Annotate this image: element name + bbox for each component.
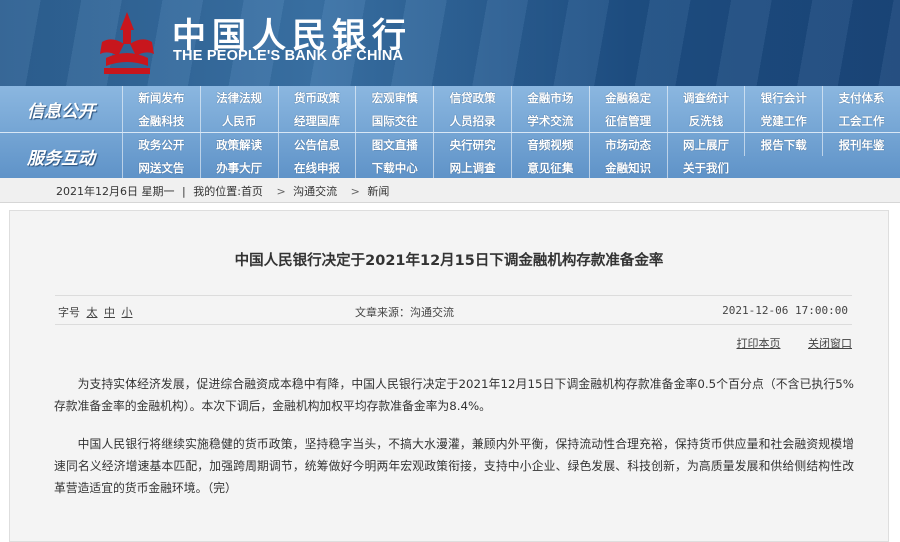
nav-item[interactable]: 反洗钱 [666, 109, 745, 132]
font-size-large-link[interactable]: 太 [87, 306, 98, 319]
breadcrumb-link-home[interactable]: 首页 [241, 185, 263, 198]
nav-section-label[interactable]: 服务互动 [0, 133, 122, 179]
nav-item[interactable]: 政策解读 [199, 133, 278, 156]
nav-item[interactable]: 货币政策 [277, 86, 356, 109]
nav-item[interactable]: 市场动态 [588, 133, 667, 156]
pboc-emblem-icon[interactable] [96, 10, 158, 76]
nav-item[interactable]: 新闻发布 [122, 86, 200, 109]
article-title: 中国人民银行决定于2021年12月15日下调金融机构存款准备金率 [234, 253, 664, 269]
font-size-selector: 字号 太 中 小 [58, 304, 133, 320]
nav-item[interactable]: 支付体系 [822, 86, 900, 109]
nav-section-service: 服务互动 政务公开 政策解读 公告信息 图文直播 央行研究 音频视频 市场动态 … [0, 132, 900, 179]
nav-item[interactable]: 工会工作 [822, 109, 900, 132]
nav-row: 新闻发布 法律法规 货币政策 宏观审慎 信贷政策 金融市场 金融稳定 调查统计 … [122, 86, 900, 109]
nav-grid: 新闻发布 法律法规 货币政策 宏观审慎 信贷政策 金融市场 金融稳定 调查统计 … [122, 86, 900, 132]
header-banner: 中国人民银行 THE PEOPLE'S BANK OF CHINA [0, 0, 900, 86]
nav-item[interactable]: 金融科技 [122, 109, 200, 132]
nav-item[interactable]: 公告信息 [277, 133, 356, 156]
nav-item[interactable]: 金融市场 [510, 86, 589, 109]
nav-item[interactable]: 网上展厅 [666, 133, 745, 156]
article-datetime: 2021-12-06 17:00:00 [722, 304, 848, 317]
nav-item[interactable]: 报刊年鉴 [822, 133, 900, 156]
nav-item[interactable]: 金融知识 [588, 156, 667, 179]
nav-item[interactable]: 金融稳定 [588, 86, 667, 109]
breadcrumb-link-news[interactable]: 新闻 [367, 185, 389, 198]
font-size-small-link[interactable]: 小 [122, 306, 133, 319]
breadcrumb: 2021年12月6日 星期一 | 我的位置:首页 > 沟通交流 > 新闻 [0, 178, 900, 203]
article-source: 文章来源：沟通交流 [355, 306, 454, 319]
bank-name-english: THE PEOPLE'S BANK OF CHINA [173, 48, 404, 64]
close-window-link[interactable]: 关闭窗口 [808, 337, 852, 350]
nav-row: 网送文告 办事大厅 在线申报 下载中心 网上调查 意见征集 金融知识 关于我们 [122, 156, 900, 179]
chevron-right-icon: > [350, 185, 360, 198]
nav-section-info: 信息公开 新闻发布 法律法规 货币政策 宏观审慎 信贷政策 金融市场 金融稳定 … [0, 86, 900, 132]
nav-item[interactable]: 人员招录 [433, 109, 511, 132]
nav-item[interactable]: 关于我们 [666, 156, 745, 179]
nav-item[interactable]: 信贷政策 [433, 86, 511, 109]
nav-item[interactable]: 党建工作 [744, 109, 822, 132]
nav-item[interactable]: 经理国库 [277, 109, 356, 132]
main-navigation: 信息公开 新闻发布 法律法规 货币政策 宏观审慎 信贷政策 金融市场 金融稳定 … [0, 86, 900, 179]
nav-item[interactable]: 政务公开 [122, 133, 200, 156]
nav-item[interactable]: 音频视频 [510, 133, 589, 156]
nav-item[interactable]: 宏观审慎 [355, 86, 433, 109]
nav-item[interactable]: 办事大厅 [199, 156, 278, 179]
breadcrumb-text: 2021年12月6日 星期一 | 我的位置:首页 > 沟通交流 > 新闻 [56, 183, 393, 199]
nav-item[interactable]: 人民币 [199, 109, 278, 132]
nav-row: 政务公开 政策解读 公告信息 图文直播 央行研究 音频视频 市场动态 网上展厅 … [122, 133, 900, 156]
location-label: 我的位置: [193, 185, 241, 198]
breadcrumb-link-communication[interactable]: 沟通交流 [293, 185, 337, 198]
current-date: 2021年12月6日 星期一 [56, 185, 175, 198]
nav-grid: 政务公开 政策解读 公告信息 图文直播 央行研究 音频视频 市场动态 网上展厅 … [122, 133, 900, 179]
breadcrumb-divider: | [182, 185, 186, 198]
nav-row: 金融科技 人民币 经理国库 国际交往 人员招录 学术交流 征信管理 反洗钱 党建… [122, 109, 900, 132]
font-size-label: 字号 [58, 306, 80, 319]
nav-section-label[interactable]: 信息公开 [0, 86, 122, 132]
nav-item[interactable]: 银行会计 [744, 86, 822, 109]
article-paragraph: 中国人民银行将继续实施稳健的货币政策，坚持稳字当头，不搞大水漫灌，兼顾内外平衡，… [54, 437, 854, 495]
nav-item[interactable]: 征信管理 [588, 109, 667, 132]
article-meta: 字号 太 中 小 文章来源：沟通交流 2021-12-06 17:00:00 [55, 295, 852, 325]
nav-item[interactable]: 意见征集 [510, 156, 589, 179]
nav-item[interactable]: 网上调查 [433, 156, 511, 179]
font-size-medium-link[interactable]: 中 [104, 306, 115, 319]
article-panel: 中国人民银行决定于2021年12月15日下调金融机构存款准备金率 字号 太 中 … [9, 210, 889, 542]
chevron-right-icon: > [276, 185, 286, 198]
print-page-link[interactable]: 打印本页 [737, 337, 781, 350]
nav-item[interactable]: 调查统计 [666, 86, 745, 109]
nav-item[interactable]: 报告下载 [744, 133, 822, 156]
nav-item[interactable]: 网送文告 [122, 156, 200, 179]
nav-item[interactable]: 在线申报 [277, 156, 356, 179]
article-tools: 打印本页 关闭窗口 [713, 335, 853, 351]
nav-item[interactable]: 央行研究 [433, 133, 511, 156]
nav-item[interactable]: 下载中心 [355, 156, 433, 179]
nav-item[interactable]: 学术交流 [510, 109, 589, 132]
article-paragraph: 为支持实体经济发展，促进综合融资成本稳中有降，中国人民银行决定于2021年12月… [54, 377, 854, 413]
nav-item[interactable]: 国际交往 [355, 109, 433, 132]
nav-item[interactable]: 法律法规 [199, 86, 278, 109]
nav-item[interactable]: 图文直播 [355, 133, 433, 156]
